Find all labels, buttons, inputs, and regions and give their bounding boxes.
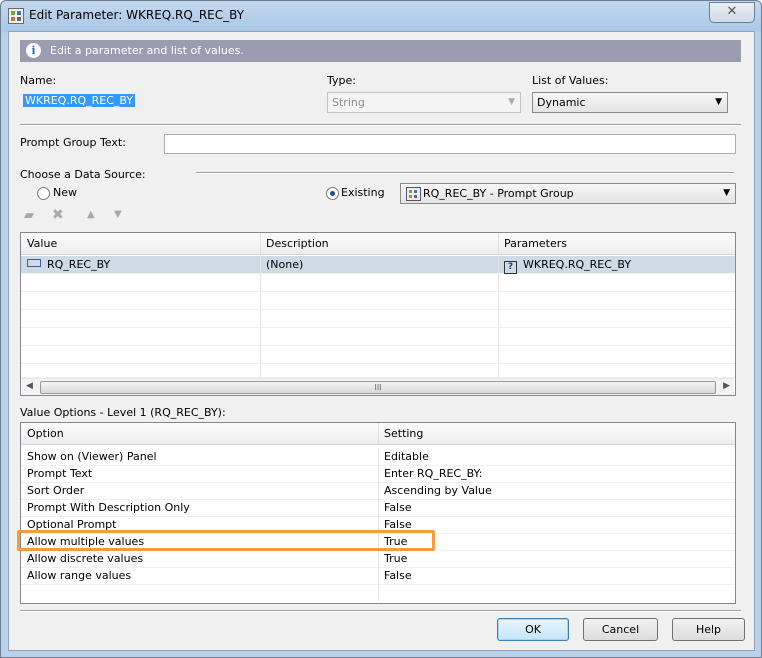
column-header-description[interactable]: Description: [260, 233, 499, 254]
table-row: [21, 346, 735, 364]
type-label: Type:: [327, 74, 356, 87]
table-row: [21, 328, 735, 346]
divider: [20, 610, 741, 612]
table-row[interactable]: Prompt Text Enter RQ_REC_BY:: [21, 465, 735, 483]
table-row[interactable]: Sort Order Ascending by Value: [21, 482, 735, 500]
column-header-setting[interactable]: Setting: [378, 423, 735, 444]
column-header-value[interactable]: Value: [21, 233, 261, 254]
delete-icon[interactable]: ✖: [52, 207, 64, 223]
new-radio-label: New: [53, 186, 77, 199]
cancel-button[interactable]: Cancel: [583, 618, 658, 641]
lov-dropdown[interactable]: Dynamic ▼: [532, 92, 728, 113]
info-icon: i: [26, 43, 41, 58]
ok-button[interactable]: OK: [497, 618, 569, 641]
annotation-highlight: [17, 530, 435, 551]
scroll-left-icon[interactable]: ◀: [26, 381, 33, 391]
existing-radio[interactable]: [326, 187, 339, 200]
table-row[interactable]: Show on (Viewer) Panel Editable: [21, 448, 735, 466]
name-field[interactable]: WKREQ.RQ_REC_BY: [20, 91, 306, 111]
close-button[interactable]: ✕: [709, 2, 755, 23]
type-dropdown[interactable]: String ▼: [327, 92, 521, 113]
parameter-icon: [8, 8, 24, 24]
divider: [196, 172, 734, 174]
table-row: [21, 364, 735, 378]
table-row[interactable]: Allow range values False: [21, 567, 735, 585]
move-up-icon[interactable]: ▲: [87, 209, 95, 220]
existing-radio-label: Existing: [341, 186, 385, 199]
table-row[interactable]: Allow discrete values True: [21, 550, 735, 568]
column-header-option[interactable]: Option: [21, 423, 379, 444]
title-bar: Edit Parameter: WKREQ.RQ_REC_BY ✕: [1, 1, 761, 31]
chevron-down-icon: ▼: [508, 97, 515, 107]
value-options-label: Value Options - Level 1 (RQ_REC_BY):: [20, 406, 226, 419]
datasource-value: RQ_REC_BY - Prompt Group: [423, 187, 574, 200]
options-table: Option Setting Show on (Viewer) Panel Edi…: [20, 422, 736, 604]
new-radio[interactable]: [37, 187, 50, 200]
option-cell: Prompt With Description Only: [21, 499, 379, 516]
window-title: Edit Parameter: WKREQ.RQ_REC_BY: [29, 8, 245, 22]
setting-cell: False: [384, 569, 412, 582]
edit-icon[interactable]: ▰: [24, 208, 34, 223]
option-cell: Allow range values: [21, 567, 379, 584]
table-row: [21, 584, 735, 601]
values-table: Value Description Parameters RQ_REC_BY (…: [20, 232, 736, 396]
description-cell: (None): [260, 256, 499, 273]
info-text: Edit a parameter and list of values.: [50, 44, 244, 57]
table-row: [21, 274, 735, 292]
option-cell: Sort Order: [21, 482, 379, 499]
parameters-text: WKREQ.RQ_REC_BY: [523, 258, 632, 271]
values-table-header: Value Description Parameters: [21, 233, 735, 255]
prompt-group-icon: [406, 187, 421, 201]
option-cell: Show on (Viewer) Panel: [21, 448, 379, 465]
help-button[interactable]: Help: [672, 618, 745, 641]
datasource-dropdown[interactable]: RQ_REC_BY - Prompt Group ▼: [400, 183, 736, 204]
scroll-right-icon[interactable]: ▶: [723, 381, 730, 391]
setting-cell: Editable: [384, 450, 429, 463]
scroll-thumb[interactable]: III: [40, 381, 716, 394]
chevron-down-icon: ▼: [723, 188, 730, 198]
type-value: String: [332, 96, 365, 109]
prompt-group-input[interactable]: [164, 134, 736, 154]
value-cell: RQ_REC_BY: [21, 256, 261, 273]
setting-cell: Ascending by Value: [384, 484, 492, 497]
dialog-body: i Edit a parameter and list of values. N…: [8, 31, 755, 651]
prompt-group-label: Prompt Group Text:: [20, 136, 126, 149]
parameter-icon: ?: [504, 261, 517, 274]
datasource-label: Choose a Data Source:: [20, 168, 146, 181]
table-row[interactable]: Prompt With Description Only False: [21, 499, 735, 517]
move-down-icon[interactable]: ▼: [114, 209, 122, 220]
option-cell: Prompt Text: [21, 465, 379, 482]
info-banner: i Edit a parameter and list of values.: [20, 40, 741, 62]
options-table-header: Option Setting: [21, 423, 735, 445]
divider: [20, 124, 741, 126]
parameters-cell: ? WKREQ.RQ_REC_BY: [498, 256, 735, 274]
chevron-down-icon: ▼: [715, 97, 722, 107]
table-row[interactable]: RQ_REC_BY (None) ? WKREQ.RQ_REC_BY: [21, 256, 735, 274]
value-text: RQ_REC_BY: [47, 258, 111, 271]
option-cell: Allow discrete values: [21, 550, 379, 567]
lov-value: Dynamic: [537, 96, 586, 109]
name-value: WKREQ.RQ_REC_BY: [23, 94, 136, 107]
field-icon: [27, 259, 41, 267]
setting-cell: True: [384, 552, 408, 565]
table-row: [21, 292, 735, 310]
lov-label: List of Values:: [532, 74, 609, 87]
edit-parameter-window: Edit Parameter: WKREQ.RQ_REC_BY ✕ i Edit…: [0, 0, 762, 658]
setting-cell: False: [384, 501, 412, 514]
name-label: Name:: [20, 74, 57, 87]
horizontal-scrollbar[interactable]: ◀ III ▶: [22, 378, 734, 395]
table-row: [21, 310, 735, 328]
setting-cell: Enter RQ_REC_BY:: [384, 467, 483, 480]
column-header-parameters[interactable]: Parameters: [498, 233, 735, 254]
